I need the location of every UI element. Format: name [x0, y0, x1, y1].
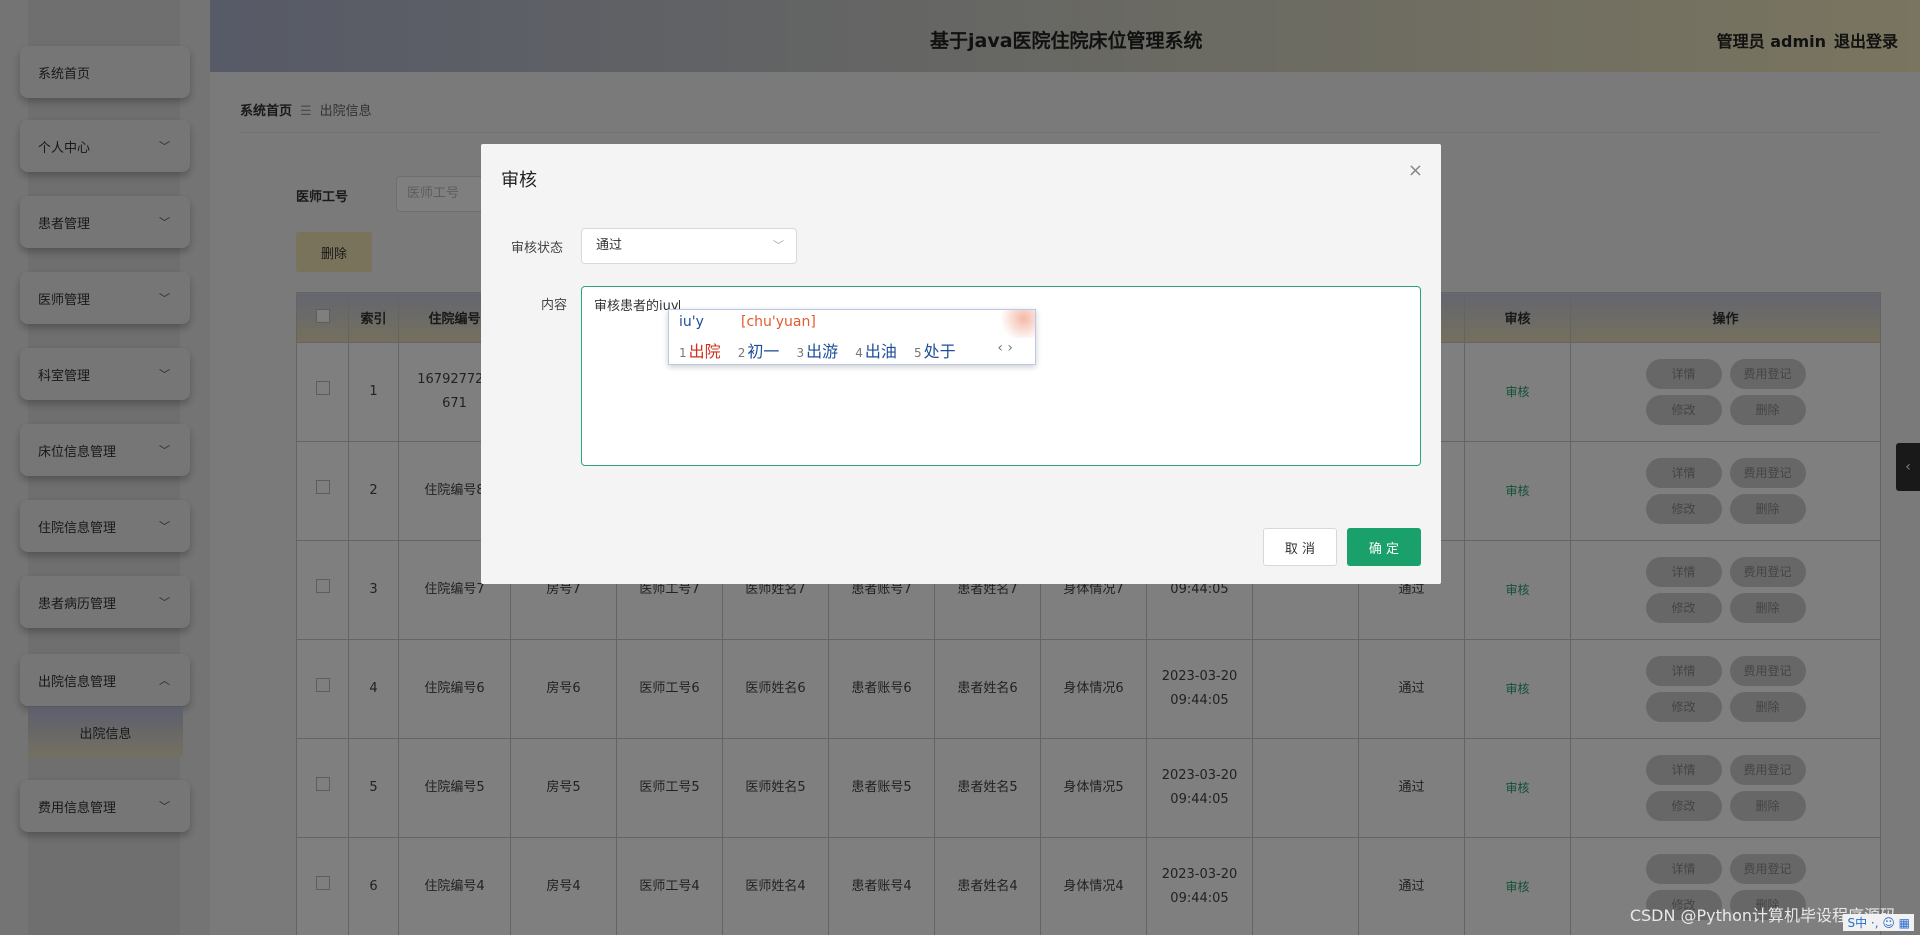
ime-pinyin: iu'y	[679, 314, 704, 330]
dialog-title: 审核	[501, 170, 537, 191]
content-label: 内容	[541, 298, 568, 313]
ime-candidate[interactable]: 1 出院	[679, 342, 721, 361]
ime-candidate[interactable]: 2 初一	[738, 342, 780, 361]
chevron-down-icon: ﹀	[773, 239, 784, 252]
ime-logo-icon	[997, 310, 1035, 338]
ime-candidates: 1 出院 2 初一 3 出游 4 出油 5 处于	[679, 338, 968, 362]
ime-candidate[interactable]: 5 处于	[914, 342, 956, 361]
ime-candidate[interactable]: 4 出油	[855, 342, 897, 361]
cancel-button[interactable]: 取 消	[1263, 528, 1337, 566]
ime-candidate-window: iu'y [chu'yuan] 1 出院 2 初一 3 出游 4 出油 5 处于 ‹ ›	[668, 309, 1036, 365]
content-text: 审核患者的iuy	[594, 299, 679, 314]
close-icon[interactable]: ×	[1408, 160, 1423, 181]
ime-tray[interactable]: S中 ·, ☺ ▦	[1843, 914, 1914, 931]
ime-pager-icon[interactable]: ‹ ›	[997, 340, 1013, 356]
ime-candidate[interactable]: 3 出游	[797, 342, 839, 361]
confirm-button[interactable]: 确 定	[1347, 528, 1421, 566]
audit-status-select[interactable]: 通过 ﹀	[581, 228, 797, 264]
ime-hint: [chu'yuan]	[741, 314, 816, 330]
audit-status-label: 审核状态	[511, 241, 564, 256]
audit-status-value: 通过	[596, 238, 623, 253]
